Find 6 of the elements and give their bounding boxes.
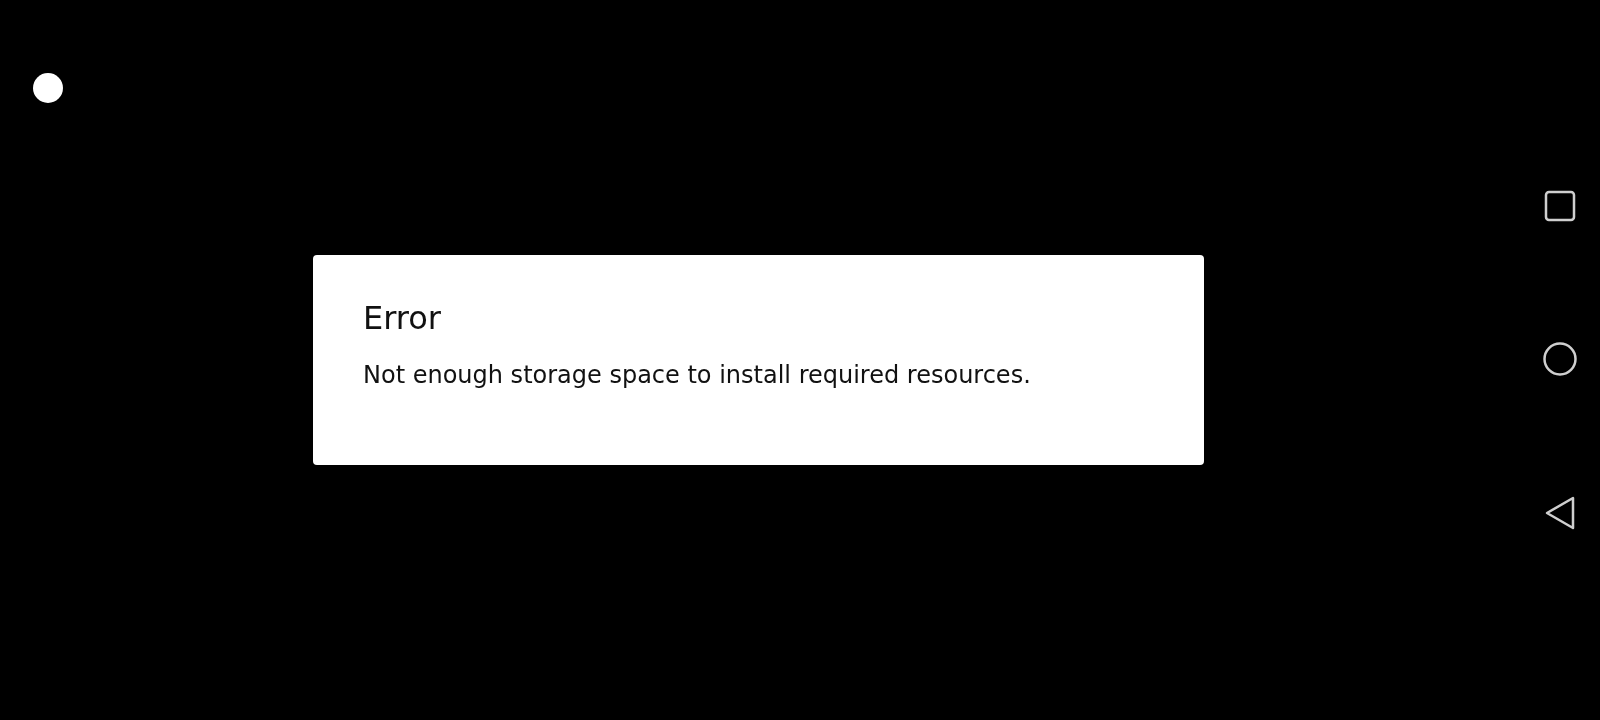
dialog-title: Error	[363, 299, 442, 338]
back-icon[interactable]	[1543, 495, 1577, 531]
dialog-message: Not enough storage space to install required resources.	[363, 361, 1032, 390]
home-icon[interactable]	[1542, 341, 1578, 377]
status-dot-icon	[33, 73, 63, 103]
recents-icon[interactable]	[1543, 189, 1577, 223]
